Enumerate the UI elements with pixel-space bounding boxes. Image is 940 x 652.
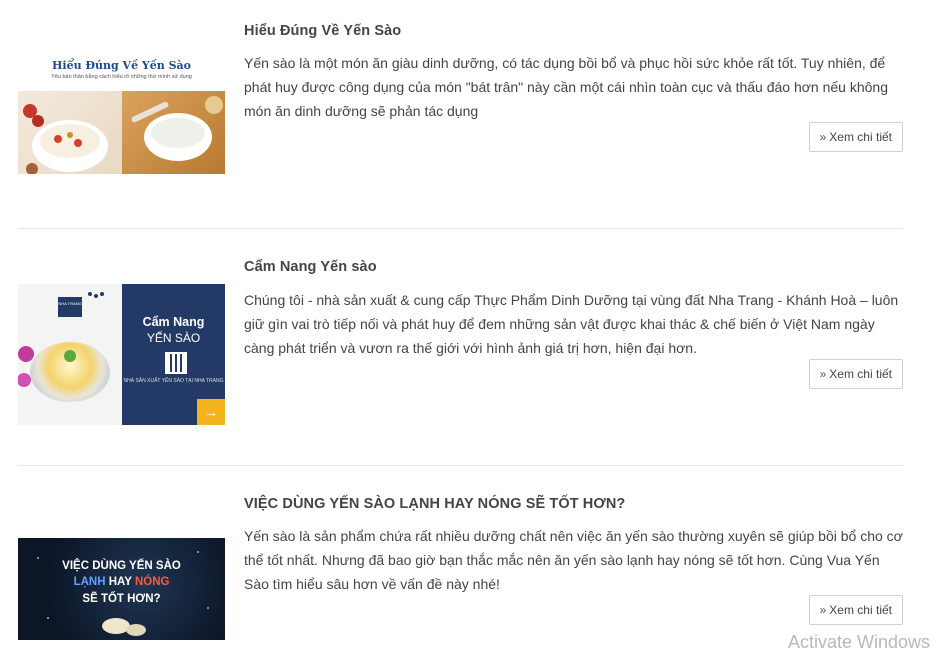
view-details-button[interactable]: » Xem chi tiết [808,359,903,389]
article-excerpt: Yến sào là sản phẩm chứa rất nhiều dưỡng… [244,528,903,592]
article-title[interactable]: Hiểu Đúng Về Yến Sào [244,23,401,39]
article-excerpt: Chúng tôi - nhà sản xuất & cung cấp Thực… [244,292,899,356]
bird-nest-bowl-photo [122,91,225,174]
guide-cover-line1: Cẩm Nang [142,315,205,329]
thumbnail-title: Hiểu Đúng Về Yến Sào [52,59,191,72]
bird-nest-soup-photo [18,91,122,174]
view-details-button[interactable]: » Xem chi tiết [808,122,903,152]
article-card: Hiểu Đúng Về Yến Sào Yêu bản thân bằng c… [18,0,903,228]
article-card: VIỆC DÙNG YẾN SÀO LẠNH HAY NÓNG SẼ TỐT H… [18,466,903,652]
article-title[interactable]: Cẩm Nang Yến sào [244,259,377,275]
view-details-label: Xem chi tiết [829,603,892,617]
bird-nest-pieces-image [37,551,209,636]
double-chevron-right-icon: » [819,603,827,617]
guide-cover-caption: NHÀ SẢN XUẤT YẾN SÀO TẠI NHA TRANG [123,378,224,384]
view-details-button[interactable]: » Xem chi tiết [808,595,903,625]
article-excerpt: Yến sào là một món ăn giàu dinh dưỡng, c… [244,55,888,119]
guide-cover-line2: YẾN SÀO [146,331,201,345]
view-details-label: Xem chi tiết [829,367,892,381]
double-chevron-right-icon: » [819,367,827,381]
double-chevron-right-icon: » [819,130,827,144]
thumbnail-subtitle: Yêu bản thân bằng cách hiểu rõ những thứ… [51,74,192,80]
thumbnail-header: Hiểu Đúng Về Yến Sào Yêu bản thân bằng c… [18,54,225,90]
article-card: NHA TRANG Cẩm Nang YẾN SÀO NHÀ SẢN XUẤT … [18,229,903,465]
view-details-label: Xem chi tiết [829,130,892,144]
article-title[interactable]: VIỆC DÙNG YẾN SÀO LẠNH HAY NÓNG SẼ TỐT H… [244,496,625,512]
article-thumbnail[interactable]: VIỆC DÙNG YẾN SÀO LẠNH HAY NÓNG SẼ TỐT H… [18,538,225,640]
article-thumbnail[interactable]: NHA TRANG Cẩm Nang YẾN SÀO NHÀ SẢN XUẤT … [18,284,225,425]
qr-code-icon [165,352,187,374]
activate-windows-watermark: Activate Windows [788,632,931,652]
bird-nest-dessert-photo: NHA TRANG [18,284,122,425]
guide-cover-panel: Cẩm Nang YẾN SÀO NHÀ SẢN XUẤT YẾN SÀO TẠ… [122,284,225,425]
article-thumbnail[interactable]: Hiểu Đúng Về Yến Sào Yêu bản thân bằng c… [18,54,225,174]
arrow-right-icon[interactable]: → [197,399,225,425]
